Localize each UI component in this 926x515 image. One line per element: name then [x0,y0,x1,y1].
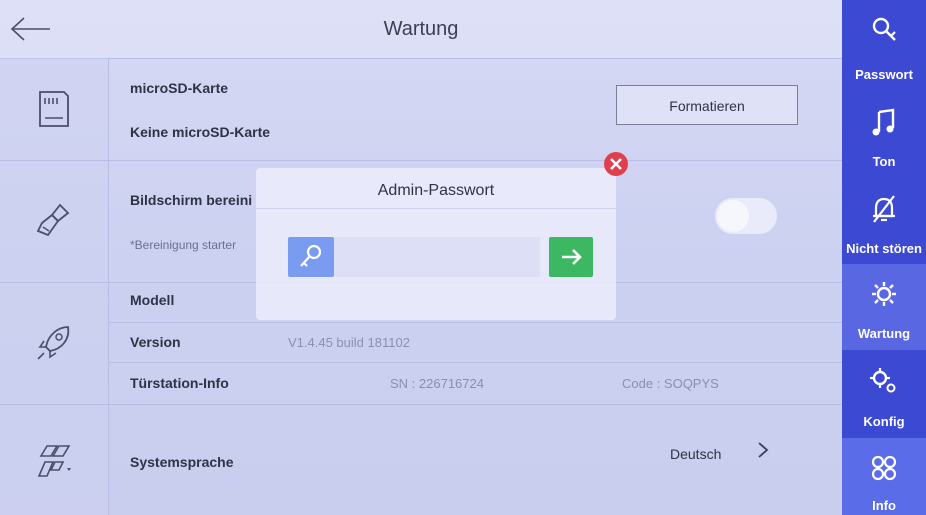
sidebar-item-label: Wartung [857,326,911,341]
sidebar-item-label: Konfig [863,414,905,429]
door-station-label: Türstation-Info [130,375,229,391]
dialog-divider [256,208,616,209]
sidebar-item-label: Info [872,498,896,513]
screen-clean-toggle[interactable] [715,198,777,234]
language-label: Systemsprache [130,454,234,470]
sidebar-item-nicht-stoeren[interactable]: Nicht stören [842,176,926,264]
close-icon[interactable] [602,150,630,178]
language-section-icon-cell [0,404,108,515]
sd-card-icon [39,91,69,127]
row-divider [108,160,842,161]
format-button[interactable]: Formatieren [616,85,798,125]
key-icon [300,244,322,267]
arrow-right-icon [562,249,582,265]
header-bar: Wartung [0,0,842,59]
admin-password-input[interactable] [334,237,540,277]
row-divider [108,362,842,363]
row-divider [108,404,842,405]
device-section-icon-cell [0,282,108,405]
chevron-right-icon[interactable] [756,440,770,460]
key-icon-box [288,237,334,277]
brush-icon [36,203,70,237]
screen-clean-hint: *Bereinigung starter [130,238,237,252]
door-station-code: Code : SOQPYS [622,376,719,391]
rocket-icon [37,326,70,360]
config-gears-icon [870,368,896,393]
row-divider [108,322,842,323]
confirm-button[interactable] [549,237,593,277]
maintenance-gear-icon [872,282,896,306]
sd-card-status: Keine microSD-Karte [130,124,271,140]
sidebar-item-konfig[interactable]: Konfig [842,350,926,438]
language-icon [37,444,71,477]
sidebar-item-info[interactable]: Info [842,438,926,515]
page-title: Wartung [383,18,459,40]
language-value[interactable]: Deutsch [670,446,721,462]
dialog-title: Admin-Passwort [377,182,495,199]
info-grid-icon [871,455,897,481]
sidebar-item-label: Ton [872,154,896,169]
key-search-icon [872,17,896,41]
storage-section-icon-cell [0,58,108,161]
settings-sidebar: Passwort Ton Nicht stören Wartung Konfig… [842,0,926,515]
clean-section-icon-cell [0,160,108,283]
sidebar-item-passwort[interactable]: Passwort [842,0,926,88]
bell-off-icon [873,195,895,223]
model-label: Modell [130,292,175,308]
maintenance-screen: Wartung microSD-Karte Keine microSD-Kart… [0,0,926,515]
sidebar-item-ton[interactable]: Ton [842,88,926,176]
sidebar-item-label: Passwort [855,67,913,82]
toggle-knob [717,200,749,232]
sd-card-title: microSD-Karte [130,80,229,96]
door-station-sn: SN : 226716724 [390,376,484,391]
version-value: V1.4.45 build 181102 [288,335,410,350]
sidebar-item-wartung[interactable]: Wartung [842,264,926,350]
screen-clean-title: Bildschirm bereini [130,192,253,208]
version-label: Version [130,334,181,350]
music-note-icon [872,108,895,136]
sidebar-item-label: Nicht stören [846,241,922,256]
